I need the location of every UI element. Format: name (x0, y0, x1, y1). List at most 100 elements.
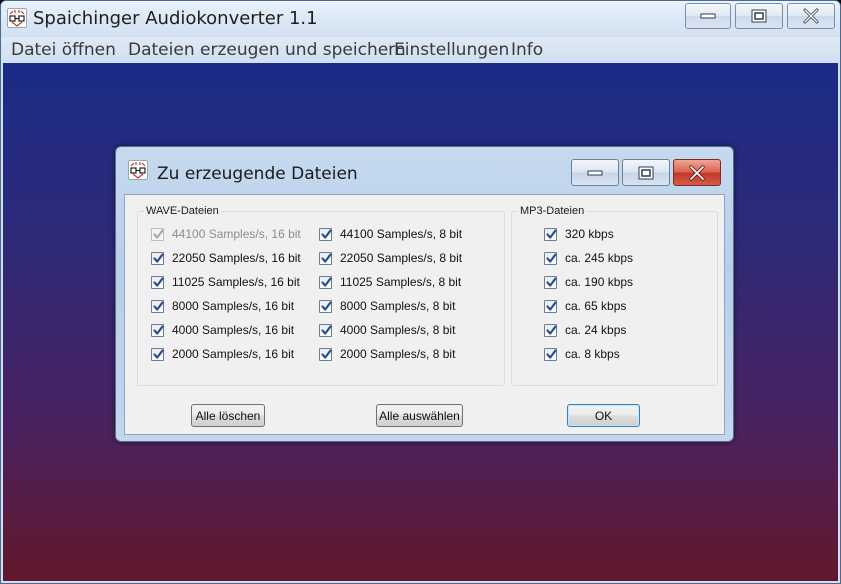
checkbox-box[interactable] (544, 347, 557, 361)
main-minimize-button[interactable] (685, 3, 731, 29)
checkbox-label: 2000 Samples/s, 16 bit (172, 347, 295, 361)
checkmark-icon (153, 276, 164, 287)
checkmark-icon (546, 300, 557, 311)
checkmark-icon (321, 348, 332, 359)
checkmark-icon (546, 348, 557, 359)
checkbox-box[interactable] (151, 299, 164, 313)
dialog-close-button[interactable] (673, 159, 721, 186)
checkmark-icon (321, 228, 332, 239)
wave-16bit-checkbox-3[interactable]: 8000 Samples/s, 16 bit (151, 298, 294, 314)
close-icon (689, 164, 705, 181)
checkbox-box (151, 227, 164, 241)
menu-datei-oeffnen[interactable]: Datei öffnen (11, 40, 116, 60)
checkbox-box[interactable] (319, 275, 332, 289)
wave-8bit-checkbox-3[interactable]: 8000 Samples/s, 8 bit (319, 298, 455, 314)
wave-8bit-checkbox-4[interactable]: 4000 Samples/s, 8 bit (319, 322, 455, 338)
app-logo-icon (7, 8, 27, 28)
checkmark-icon (546, 228, 557, 239)
mp3-checkbox-1[interactable]: ca. 245 kbps (544, 250, 633, 266)
wave-16bit-checkbox-2[interactable]: 11025 Samples/s, 16 bit (151, 274, 300, 290)
wave-16bit-checkbox-4[interactable]: 4000 Samples/s, 16 bit (151, 322, 294, 338)
checkbox-box[interactable] (319, 347, 332, 361)
main-window-title: Spaichinger Audiokonverter 1.1 (33, 8, 318, 29)
checkbox-label: 11025 Samples/s, 16 bit (172, 275, 300, 289)
wave-8bit-checkbox-0[interactable]: 44100 Samples/s, 8 bit (319, 226, 462, 242)
menubar: Datei öffnen Dateien erzeugen und speich… (1, 37, 840, 63)
checkbox-box[interactable] (151, 275, 164, 289)
wave-group-title: WAVE-Dateien (144, 205, 221, 217)
checkbox-label: 44100 Samples/s, 8 bit (340, 227, 463, 241)
checkbox-label: ca. 190 kbps (565, 275, 634, 289)
checkbox-box[interactable] (544, 299, 557, 313)
wave-16bit-checkbox-1[interactable]: 22050 Samples/s, 16 bit (151, 250, 301, 266)
checkmark-icon (153, 324, 164, 335)
dialog-minimize-button[interactable] (571, 159, 619, 186)
checkbox-label: 8000 Samples/s, 16 bit (172, 299, 295, 313)
maximize-icon (638, 166, 654, 179)
checkbox-box[interactable] (544, 275, 557, 289)
wave-8bit-checkbox-1[interactable]: 22050 Samples/s, 8 bit (319, 250, 462, 266)
checkbox-label: 22050 Samples/s, 16 bit (172, 251, 301, 265)
wave-16bit-checkbox-0: 44100 Samples/s, 16 bit (151, 226, 301, 242)
checkbox-box[interactable] (319, 251, 332, 265)
checkbox-label: 22050 Samples/s, 8 bit (340, 251, 463, 265)
close-icon (803, 8, 819, 24)
dialog-title: Zu erzeugende Dateien (157, 164, 358, 184)
ok-button[interactable]: OK (567, 404, 640, 427)
main-titlebar[interactable]: Spaichinger Audiokonverter 1.1 (1, 1, 840, 37)
checkbox-label: ca. 8 kbps (565, 347, 620, 361)
checkbox-box[interactable] (151, 323, 164, 337)
dialog-app-logo-icon (128, 160, 148, 180)
checkmark-icon (153, 252, 164, 263)
checkmark-icon (321, 276, 332, 287)
mp3-checkbox-5[interactable]: ca. 8 kbps (544, 346, 620, 362)
dialog-window: Zu erzeugende Dateien WAVE-Dateien MP3-D… (115, 146, 734, 442)
menu-info[interactable]: Info (511, 40, 543, 60)
wave-8bit-checkbox-2[interactable]: 11025 Samples/s, 8 bit (319, 274, 461, 290)
checkbox-box[interactable] (544, 227, 557, 241)
clear-all-button[interactable]: Alle löschen (191, 404, 265, 427)
menu-dateien-erzeugen[interactable]: Dateien erzeugen und speichern (128, 40, 406, 60)
checkbox-label: 44100 Samples/s, 16 bit (172, 227, 301, 241)
mp3-group-title: MP3-Dateien (518, 205, 587, 217)
minimize-icon (700, 13, 716, 19)
mp3-checkbox-3[interactable]: ca. 65 kbps (544, 298, 626, 314)
checkmark-icon (153, 228, 164, 239)
dialog-maximize-button[interactable] (622, 159, 670, 186)
checkbox-label: ca. 24 kbps (565, 323, 627, 337)
checkmark-icon (153, 348, 164, 359)
main-maximize-button[interactable] (735, 3, 783, 29)
wave-16bit-checkbox-5[interactable]: 2000 Samples/s, 16 bit (151, 346, 294, 362)
checkbox-label: ca. 65 kbps (565, 299, 627, 313)
mp3-checkbox-2[interactable]: ca. 190 kbps (544, 274, 633, 290)
checkmark-icon (153, 300, 164, 311)
checkmark-icon (546, 276, 557, 287)
checkbox-box[interactable] (544, 323, 557, 337)
checkbox-box[interactable] (151, 251, 164, 265)
maximize-icon (751, 9, 767, 23)
checkbox-label: 4000 Samples/s, 16 bit (172, 323, 295, 337)
main-close-button[interactable] (787, 3, 835, 29)
select-all-button[interactable]: Alle auswählen (376, 404, 463, 427)
checkbox-label: 320 kbps (565, 227, 614, 241)
checkbox-label: 2000 Samples/s, 8 bit (340, 347, 456, 361)
checkbox-box[interactable] (151, 347, 164, 361)
checkbox-label: 8000 Samples/s, 8 bit (340, 299, 456, 313)
checkbox-box[interactable] (319, 323, 332, 337)
checkbox-box[interactable] (544, 251, 557, 265)
mp3-checkbox-0[interactable]: 320 kbps (544, 226, 614, 242)
checkbox-box[interactable] (319, 227, 332, 241)
checkmark-icon (321, 324, 332, 335)
checkmark-icon (321, 252, 332, 263)
dialog-body: WAVE-Dateien MP3-Dateien 44100 Samples/s… (124, 194, 725, 435)
checkmark-icon (546, 252, 557, 263)
minimize-icon (587, 170, 603, 175)
wave-8bit-checkbox-5[interactable]: 2000 Samples/s, 8 bit (319, 346, 455, 362)
mp3-checkbox-4[interactable]: ca. 24 kbps (544, 322, 626, 338)
checkmark-icon (321, 300, 332, 311)
checkbox-label: 4000 Samples/s, 8 bit (340, 323, 456, 337)
checkbox-label: ca. 245 kbps (565, 251, 634, 265)
checkbox-box[interactable] (319, 299, 332, 313)
checkmark-icon (546, 324, 557, 335)
menu-einstellungen[interactable]: Einstellungen (394, 40, 509, 60)
